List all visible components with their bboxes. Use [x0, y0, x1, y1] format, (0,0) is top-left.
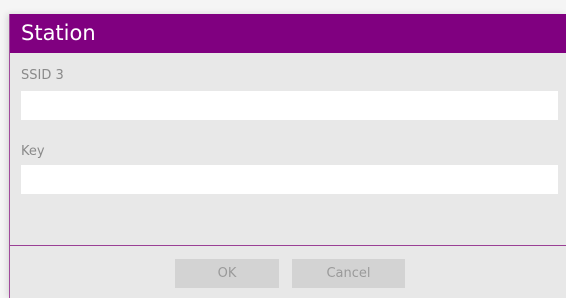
dialog-title: Station	[21, 21, 96, 45]
station-dialog: Station SSID 3 Key OK Cancel	[9, 14, 566, 298]
ssid-label: SSID 3	[21, 68, 64, 83]
dialog-title-bar: Station	[10, 14, 566, 53]
key-input[interactable]	[21, 165, 558, 194]
cancel-button[interactable]: Cancel	[292, 259, 405, 288]
ok-button[interactable]: OK	[175, 259, 279, 288]
key-label: Key	[21, 144, 45, 159]
ssid-input[interactable]	[21, 91, 558, 120]
footer-divider	[10, 245, 566, 246]
